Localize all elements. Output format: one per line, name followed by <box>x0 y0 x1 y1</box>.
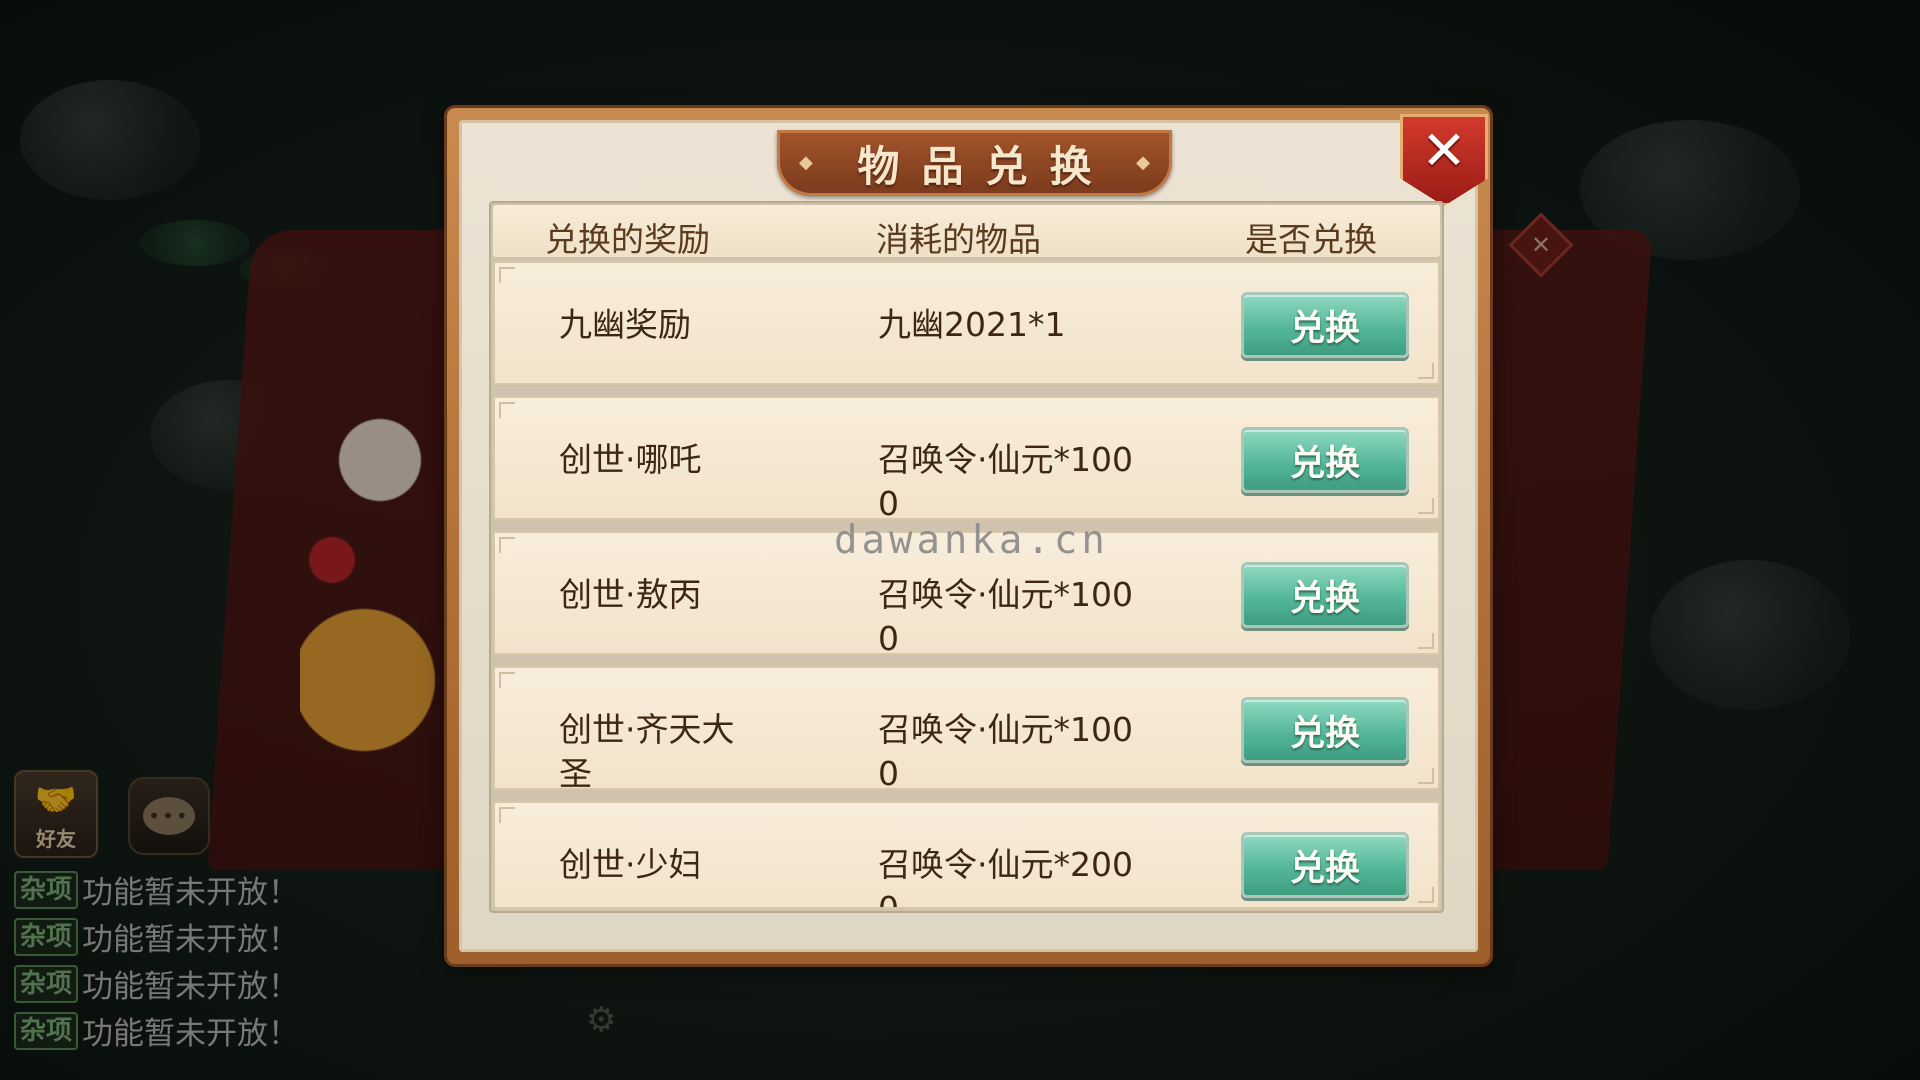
diamond-ornament-icon: ◆ <box>799 152 813 173</box>
cost-item: 召唤令·仙元*1000 <box>878 440 1133 520</box>
table-header: 兑换的奖励 消耗的物品 是否兑换 <box>493 205 1440 259</box>
column-header-cost: 消耗的物品 <box>876 220 1041 259</box>
table-row: 创世·齐天大圣 召唤令·仙元*1000 兑换 <box>493 666 1440 790</box>
cost-item: 九幽2021*1 <box>878 305 1066 344</box>
reward-name: 创世·少妇 <box>559 845 702 884</box>
table-row: 创世·哪吒 召唤令·仙元*1000 兑换 <box>493 396 1440 520</box>
watermark: dawanka.cn <box>834 518 1109 563</box>
cost-item: 召唤令·仙元*1000 <box>878 710 1133 790</box>
dialog-title: 物品兑换 <box>857 141 1114 191</box>
column-header-reward: 兑换的奖励 <box>545 220 710 259</box>
close-icon: ✕ <box>1421 119 1467 182</box>
exchange-button[interactable]: 兑换 <box>1241 427 1409 493</box>
reward-name: 创世·哪吒 <box>559 440 702 479</box>
column-header-exchange: 是否兑换 <box>1245 220 1377 259</box>
cost-item: 召唤令·仙元*1000 <box>878 575 1133 655</box>
title-plate: ◆ 物品兑换 ◆ <box>777 130 1172 196</box>
reward-name: 九幽奖励 <box>559 305 691 344</box>
reward-name: 创世·敖丙 <box>559 575 702 614</box>
table-row: 九幽奖励 九幽2021*1 兑换 <box>493 261 1440 385</box>
exchange-button[interactable]: 兑换 <box>1241 697 1409 763</box>
reward-name: 创世·齐天大圣 <box>559 710 735 790</box>
diamond-ornament-icon: ◆ <box>1136 152 1150 173</box>
exchange-button[interactable]: 兑换 <box>1241 562 1409 628</box>
close-button[interactable]: ✕ <box>1400 114 1488 206</box>
exchange-button[interactable]: 兑换 <box>1241 832 1409 898</box>
cost-item: 召唤令·仙元*2000 <box>878 845 1133 909</box>
exchange-button[interactable]: 兑换 <box>1241 292 1409 358</box>
table-row: 创世·少妇 召唤令·仙元*2000 兑换 <box>493 801 1440 909</box>
